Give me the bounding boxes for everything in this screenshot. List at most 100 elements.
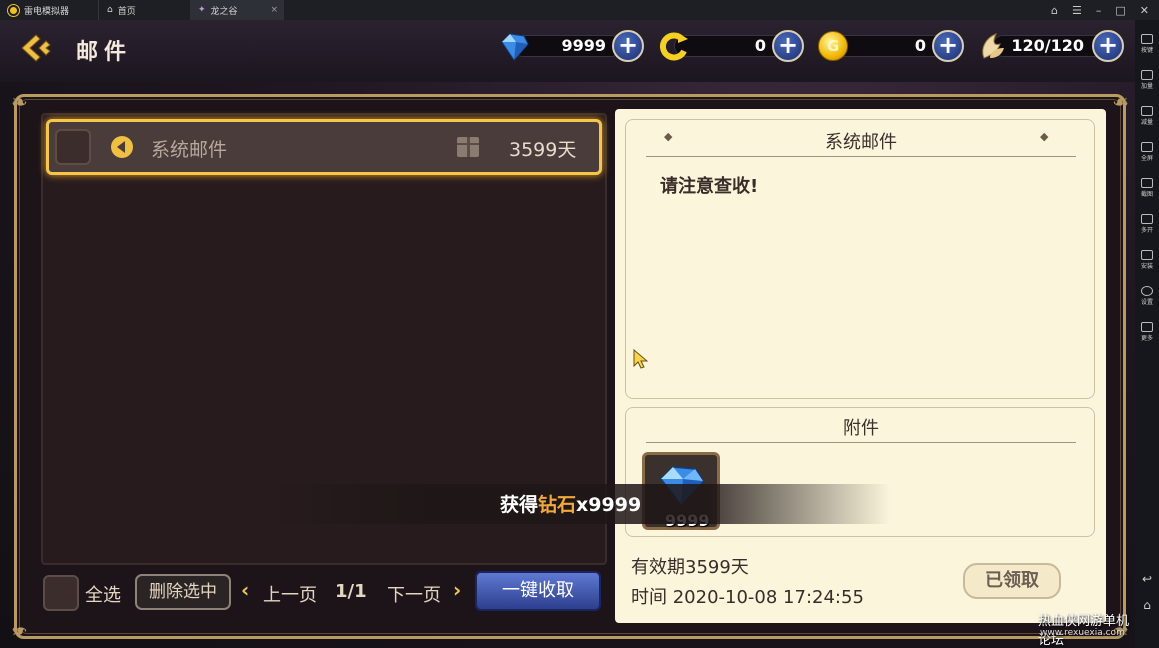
- select-all-label[interactable]: 全选: [85, 581, 121, 607]
- add-spin-button[interactable]: +: [772, 30, 804, 62]
- fullscreen-icon: [1141, 142, 1153, 152]
- speaker-icon: [111, 136, 133, 158]
- gold-resource: G 0 +: [818, 30, 970, 62]
- add-gold-button[interactable]: +: [932, 30, 964, 62]
- stamina-amount: 120/120: [1011, 36, 1084, 55]
- spin-amount: 0: [754, 36, 766, 55]
- keyboard-icon: [1141, 34, 1153, 44]
- mail-frame: ❧ ❧ ❧ ❧ 系统邮件 3599天 全选 删除选中 ‹ 上一页 1/1 下一页…: [11, 90, 1129, 643]
- sidebar-item-volume-down[interactable]: 减量: [1135, 106, 1159, 126]
- divider: [646, 156, 1076, 157]
- sidebar-label: 设置: [1140, 299, 1153, 306]
- sidebar-item-keys[interactable]: 按键: [1135, 34, 1159, 54]
- volume-down-icon: [1141, 106, 1153, 116]
- diamond-resource: 9999 +: [496, 30, 652, 62]
- collect-all-button[interactable]: 一键收取: [475, 571, 601, 611]
- mail-detail-title: 系统邮件: [825, 132, 897, 153]
- chevron-left-icon[interactable]: ‹: [241, 578, 249, 602]
- tab-label: 雷电模拟器: [24, 6, 70, 17]
- tab-label: 首页: [117, 6, 136, 17]
- page-indicator: 1/1: [335, 581, 367, 602]
- sidebar-label: 截图: [1140, 191, 1153, 198]
- page-title: 邮件: [76, 40, 133, 65]
- emulator-titlebar: 雷电模拟器 ⌂ 首页 ✦ 龙之谷 × ⌂ ☰ – □ ✕: [0, 0, 1159, 20]
- toast-text: 获得钻石x9999: [500, 490, 641, 517]
- claimed-button: 已领取: [963, 563, 1061, 599]
- sidebar-item-install[interactable]: 安装: [1135, 250, 1159, 270]
- close-icon[interactable]: ✕: [1140, 4, 1149, 17]
- emulator-logo-icon: [8, 4, 19, 16]
- apk-icon: [1141, 250, 1153, 260]
- close-tab-icon[interactable]: ×: [270, 5, 278, 15]
- sidebar-item-settings[interactable]: 设置: [1135, 286, 1159, 306]
- mail-subject: 系统邮件: [151, 139, 228, 161]
- diamond-amount: 9999: [561, 36, 606, 55]
- gift-icon: [457, 137, 479, 157]
- sidebar-item-screenshot[interactable]: 截图: [1135, 178, 1159, 198]
- game-icon: ✦: [198, 5, 206, 15]
- gamepad-icon[interactable]: ⌂: [1051, 4, 1058, 17]
- divider: [646, 442, 1076, 443]
- mail-body-text: 请注意查收!: [660, 176, 759, 197]
- list-item[interactable]: 系统邮件 3599天: [46, 119, 602, 175]
- sidebar-label: 加量: [1140, 83, 1153, 90]
- tab-game[interactable]: ✦ 龙之谷 ×: [190, 0, 284, 20]
- volume-up-icon: [1141, 70, 1153, 80]
- diamond-bullet-icon: ◆: [1040, 130, 1049, 143]
- toast-item: 钻石: [538, 494, 577, 516]
- sidebar-label: 按键: [1140, 47, 1153, 54]
- sidebar-item-fullscreen[interactable]: 全屏: [1135, 142, 1159, 162]
- reward-toast: 获得钻石x9999: [270, 484, 890, 524]
- corner-ornament-icon: ❧: [1112, 90, 1129, 114]
- spin-resource: 0 +: [658, 30, 810, 62]
- toast-amount: x9999: [576, 494, 642, 516]
- sidebar-label: 安装: [1140, 263, 1153, 270]
- chevron-right-icon[interactable]: ›: [453, 578, 461, 602]
- maximize-icon[interactable]: □: [1115, 4, 1125, 17]
- mail-days-left: 3599天: [509, 139, 577, 161]
- emulator-sidebar: 按键 加量 减量 全屏 截图 多开 安装 设置 更多 ↩ ⌂: [1135, 20, 1159, 648]
- cursor-icon: [633, 348, 649, 369]
- sidebar-label: 减量: [1140, 119, 1153, 126]
- prev-page-button[interactable]: 上一页: [263, 581, 317, 607]
- tab-home[interactable]: ⌂ 首页: [98, 0, 190, 20]
- corner-ornament-icon: ❧: [11, 619, 28, 643]
- back-nav-icon[interactable]: ↩: [1135, 572, 1159, 586]
- sidebar-label: 全屏: [1140, 155, 1153, 162]
- tab-label: 龙之谷: [210, 6, 238, 17]
- home-icon: ⌂: [107, 5, 113, 15]
- select-all-checkbox[interactable]: [43, 575, 79, 611]
- next-page-button[interactable]: 下一页: [387, 581, 441, 607]
- validity-text: 有效期3599天: [631, 557, 749, 578]
- multi-instance-icon: [1141, 214, 1153, 224]
- minimize-icon[interactable]: –: [1096, 4, 1102, 17]
- stamina-resource: 120/120 +: [976, 30, 1128, 62]
- mail-list-controls: 全选 删除选中 ‹ 上一页 1/1 下一页 › 一键收取: [41, 571, 611, 619]
- sidebar-item-more[interactable]: 更多: [1135, 322, 1159, 342]
- toast-prefix: 获得: [500, 494, 539, 516]
- mail-detail: ◆ 系统邮件 ◆ 请注意查收! 附件 9999: [615, 109, 1106, 623]
- scissors-icon: [1141, 178, 1153, 188]
- mail-header: 邮件 9999 + 0 + G 0 + 120/120 +: [0, 20, 1135, 82]
- window-controls: ⌂ ☰ – □ ✕: [1051, 0, 1149, 20]
- attachment-title: 附件: [843, 418, 879, 439]
- delete-selected-button[interactable]: 删除选中: [135, 574, 231, 610]
- sidebar-label: 更多: [1140, 335, 1153, 342]
- sidebar-item-multi[interactable]: 多开: [1135, 214, 1159, 234]
- game-viewport: 邮件 9999 + 0 + G 0 + 120/120 + ❧ ❧ ❧ ❧ 系统…: [0, 20, 1135, 648]
- mail-message-box: ◆ 系统邮件 ◆ 请注意查收!: [625, 119, 1095, 399]
- tab-emulator-home[interactable]: 雷电模拟器: [0, 0, 98, 20]
- mail-time: 时间 2020-10-08 17:24:55: [631, 587, 864, 608]
- watermark-url: www.rexuexia.com: [1040, 628, 1125, 638]
- gold-amount: 0: [914, 36, 926, 55]
- add-stamina-button[interactable]: +: [1092, 30, 1124, 62]
- more-icon: [1141, 322, 1153, 332]
- back-arrow-icon[interactable]: [20, 33, 56, 63]
- home-nav-icon[interactable]: ⌂: [1135, 598, 1159, 612]
- gear-icon: [1141, 286, 1153, 296]
- mail-checkbox[interactable]: [55, 129, 91, 165]
- add-diamond-button[interactable]: +: [612, 30, 644, 62]
- sidebar-item-volume-up[interactable]: 加量: [1135, 70, 1159, 90]
- sidebar-label: 多开: [1140, 227, 1153, 234]
- menu-icon[interactable]: ☰: [1072, 4, 1082, 17]
